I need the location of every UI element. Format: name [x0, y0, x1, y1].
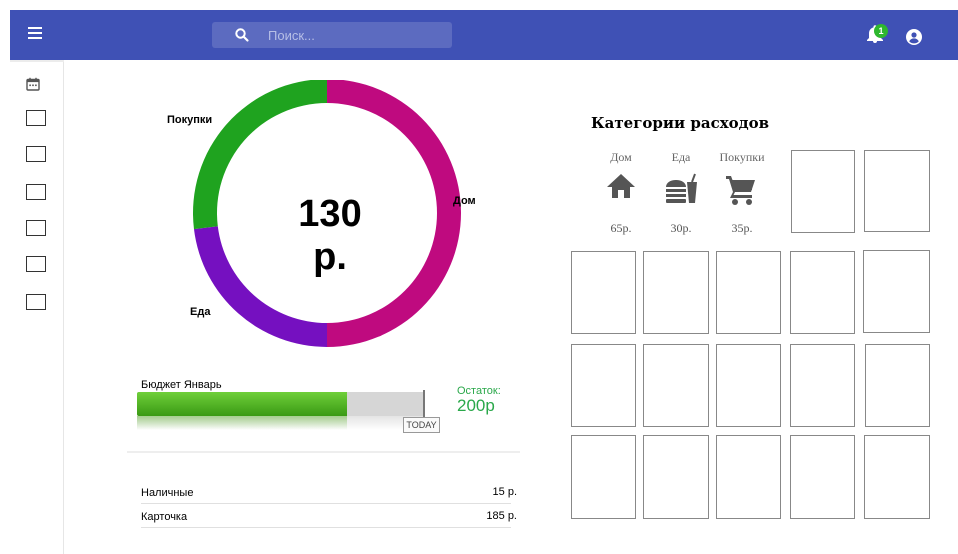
- category-slot[interactable]: [716, 344, 781, 427]
- category-amount: 35р.: [731, 221, 753, 235]
- today-marker: [423, 390, 425, 418]
- category-slot[interactable]: [643, 344, 709, 427]
- notification-badge: 1: [874, 24, 888, 38]
- budget-title: Бюджет Январь: [141, 379, 222, 391]
- home-icon: [607, 174, 635, 198]
- category-name: Покупки: [719, 150, 765, 164]
- category-slot[interactable]: [571, 344, 636, 427]
- category-amount: 30р.: [670, 221, 692, 235]
- account-balance: 185 р.: [486, 510, 517, 522]
- category-amount: 65р.: [610, 221, 632, 235]
- category-slot[interactable]: [716, 251, 781, 334]
- search-box[interactable]: [212, 22, 452, 48]
- category-slot[interactable]: [571, 251, 636, 334]
- category-name: Дом: [610, 150, 632, 164]
- category-slot[interactable]: [716, 435, 781, 519]
- panel-divider: [127, 451, 520, 453]
- shopping-cart-icon: [726, 176, 755, 205]
- menu-icon[interactable]: [28, 27, 42, 39]
- category-slot[interactable]: [864, 150, 930, 232]
- category-slot[interactable]: [865, 344, 930, 427]
- chart-label-shopping: Покупки: [167, 114, 213, 126]
- budget-progress-reflection: [137, 416, 425, 430]
- fastfood-icon: [666, 173, 697, 203]
- account-name: Наличные: [141, 487, 194, 499]
- category-slot[interactable]: [863, 250, 930, 333]
- category-slot[interactable]: [571, 435, 636, 519]
- budget-progress-reflection-fill: [137, 416, 348, 430]
- accounts-list: Наличные 15 р. Карточка 185 р.: [127, 454, 520, 530]
- chart-label-home: Дом: [453, 195, 476, 207]
- category-slot[interactable]: [791, 150, 855, 233]
- category-slot[interactable]: [643, 435, 709, 519]
- categories-title: Категории расходов: [591, 114, 770, 132]
- category-home[interactable]: Дом 65р.: [593, 150, 649, 240]
- sidebar-item-4[interactable]: [26, 220, 46, 236]
- account-name: Карточка: [141, 511, 188, 523]
- category-name: Еда: [671, 150, 691, 164]
- category-food[interactable]: Еда 30р.: [653, 150, 709, 240]
- chart-label-food: Еда: [190, 306, 211, 318]
- budget-progress-fill: [137, 392, 348, 416]
- expense-donut-chart: Покупки Дом Еда 130 р.: [160, 80, 500, 350]
- sidebar-item-5[interactable]: [26, 256, 46, 272]
- budget-progress-bar: [137, 392, 425, 416]
- search-icon: [235, 28, 249, 42]
- chart-total-amount: 130 р.: [298, 193, 362, 278]
- calendar-icon[interactable]: [26, 77, 40, 91]
- category-slot[interactable]: [790, 435, 855, 519]
- category-slot[interactable]: [790, 344, 855, 427]
- account-row-cash[interactable]: Наличные 15 р.: [141, 484, 517, 504]
- sidebar: [10, 60, 64, 554]
- today-button[interactable]: TODAY: [403, 417, 440, 433]
- category-shopping[interactable]: Покупки 35р.: [714, 150, 770, 240]
- top-app-bar: 1: [10, 10, 958, 60]
- sidebar-divider: [10, 60, 64, 62]
- category-slot[interactable]: [643, 251, 709, 334]
- sidebar-item-6[interactable]: [26, 294, 46, 310]
- sidebar-item-3[interactable]: [26, 184, 46, 200]
- sidebar-item-1[interactable]: [26, 110, 46, 126]
- search-input[interactable]: [268, 25, 438, 45]
- account-row-card[interactable]: Карточка 185 р.: [141, 508, 517, 528]
- category-slot[interactable]: [864, 435, 930, 519]
- budget-panel: Бюджет Январь TODAY Остаток: 200р: [127, 368, 520, 451]
- account-circle-icon[interactable]: [906, 29, 922, 45]
- remainder-value: 200р: [457, 396, 495, 415]
- account-balance: 15 р.: [492, 486, 517, 498]
- sidebar-item-2[interactable]: [26, 146, 46, 162]
- category-slot[interactable]: [790, 251, 855, 334]
